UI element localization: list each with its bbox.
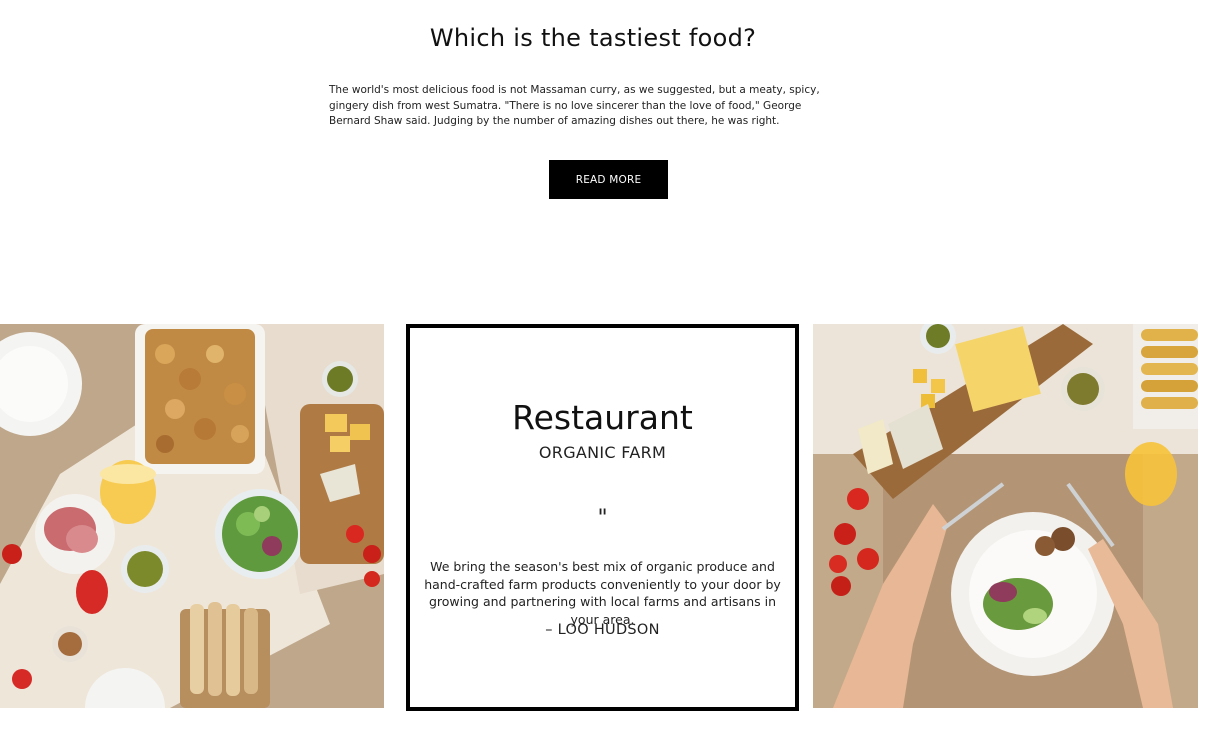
food-table-photo-right <box>813 324 1198 708</box>
quote-icon: " <box>597 506 608 531</box>
testimonial-text: We bring the season's best mix of organi… <box>424 559 781 627</box>
food-table-photo-left <box>0 324 384 708</box>
read-more-button[interactable]: READ MORE <box>549 160 668 199</box>
intro-paragraph: The world's most delicious food is not M… <box>329 84 820 127</box>
page-title: Which is the tastiest food? <box>429 24 757 52</box>
testimonial-author: – LOO HUDSON <box>545 622 660 638</box>
testimonial-card: Restaurant ORGANIC FARM " We bring the s… <box>406 324 799 711</box>
card-title: Restaurant <box>512 398 693 437</box>
card-subtitle: ORGANIC FARM <box>538 443 667 462</box>
